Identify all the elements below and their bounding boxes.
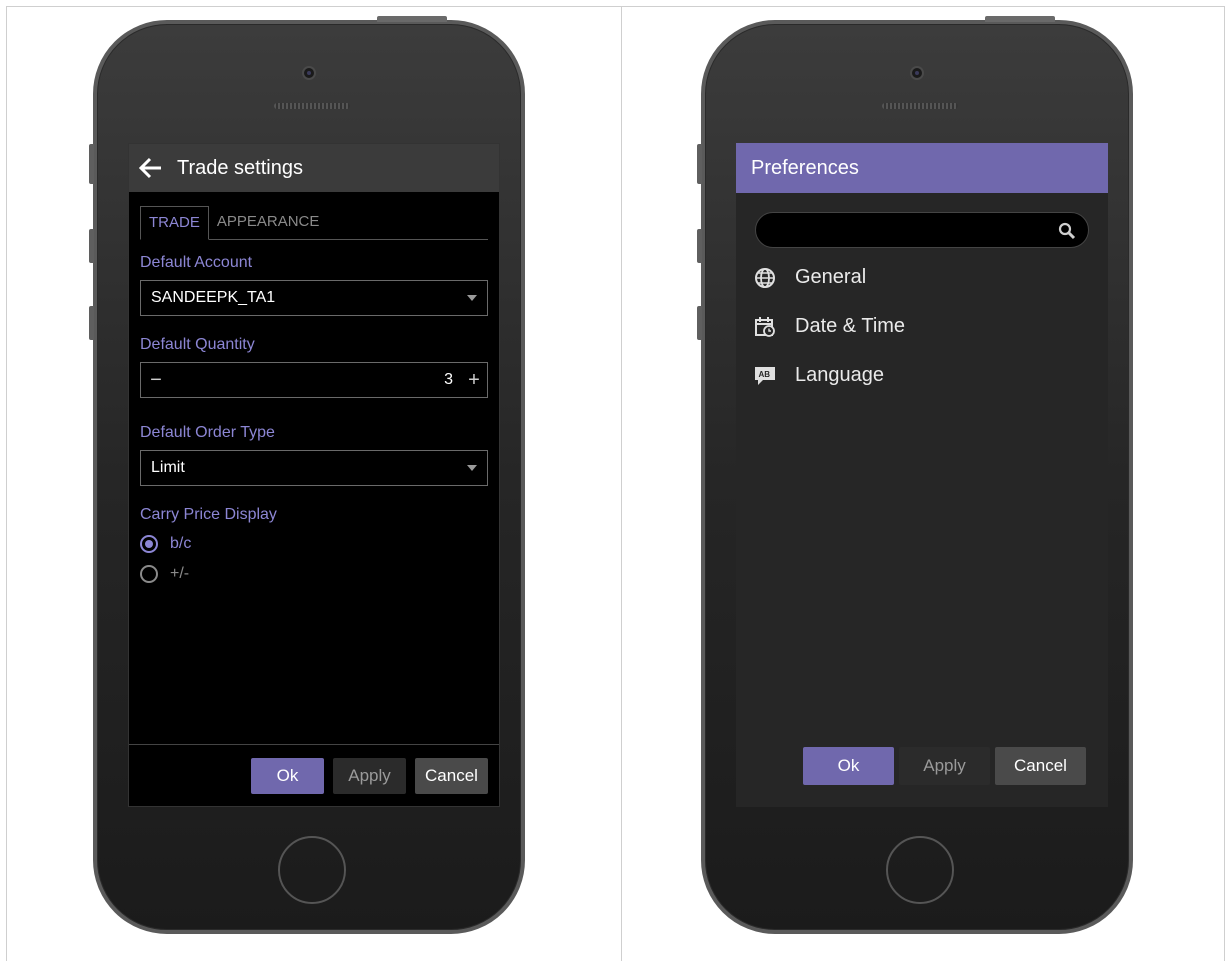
apply-button[interactable]: Apply bbox=[333, 757, 406, 794]
front-camera bbox=[302, 66, 316, 80]
menu-item-label: Date & Time bbox=[795, 315, 906, 337]
trade-settings-header: Trade settings bbox=[129, 144, 499, 192]
back-arrow-icon[interactable] bbox=[137, 156, 165, 180]
radio-unselected-icon[interactable] bbox=[140, 565, 158, 583]
language-icon: AB bbox=[753, 364, 777, 388]
quantity-value[interactable]: 3 bbox=[171, 371, 461, 389]
globe-icon bbox=[753, 266, 777, 290]
chevron-down-icon bbox=[467, 295, 477, 301]
power-button bbox=[377, 16, 447, 22]
volume-up-button bbox=[89, 229, 94, 263]
calendar-clock-icon bbox=[753, 315, 777, 339]
order-type-value: Limit bbox=[151, 459, 185, 476]
cancel-button[interactable]: Cancel bbox=[415, 757, 488, 794]
preferences-header: Preferences bbox=[736, 143, 1108, 193]
tab-trade[interactable]: TRADE bbox=[140, 206, 209, 240]
radio-label-bc: b/c bbox=[170, 535, 192, 552]
quantity-stepper: − 3 + bbox=[140, 362, 488, 398]
earpiece-speaker bbox=[882, 103, 958, 109]
default-quantity-label: Default Quantity bbox=[140, 336, 255, 353]
settings-tabs: TRADE APPEARANCE bbox=[140, 206, 488, 240]
radio-option-bc[interactable]: b/c bbox=[140, 534, 488, 554]
phone-frame-preferences: Preferences General Date & Time AB Langu… bbox=[697, 16, 1133, 934]
volume-down-button bbox=[89, 306, 94, 340]
trade-settings-screen: Trade settings TRADE APPEARANCE Default … bbox=[128, 143, 500, 807]
tab-appearance[interactable]: APPEARANCE bbox=[209, 206, 328, 239]
default-account-label: Default Account bbox=[140, 254, 253, 271]
default-account-value: SANDEEPK_TA1 bbox=[151, 289, 276, 306]
menu-item-general[interactable]: General bbox=[736, 253, 1108, 302]
radio-selected-icon[interactable] bbox=[140, 535, 158, 553]
menu-item-label: Language bbox=[795, 364, 884, 386]
apply-button[interactable]: Apply bbox=[899, 747, 990, 785]
default-account-select[interactable]: SANDEEPK_TA1 bbox=[140, 280, 488, 316]
chevron-down-icon bbox=[467, 465, 477, 471]
plus-icon[interactable]: + bbox=[461, 369, 487, 392]
dialog-footer: Ok Apply Cancel bbox=[736, 747, 1108, 785]
radio-label-plus-minus: +/- bbox=[170, 565, 190, 582]
preferences-screen: Preferences General Date & Time AB Langu… bbox=[736, 143, 1108, 807]
menu-item-label: General bbox=[795, 266, 867, 288]
mute-switch bbox=[697, 144, 702, 184]
search-input[interactable] bbox=[756, 213, 1088, 247]
home-button[interactable] bbox=[886, 836, 954, 904]
page-title: Preferences bbox=[751, 156, 859, 179]
order-type-select[interactable]: Limit bbox=[140, 450, 488, 486]
page-title: Trade settings bbox=[177, 156, 303, 179]
ok-button[interactable]: Ok bbox=[803, 747, 894, 785]
carry-price-display-label: Carry Price Display bbox=[140, 506, 277, 523]
volume-up-button bbox=[697, 229, 702, 263]
dialog-footer: Ok Apply Cancel bbox=[129, 744, 499, 806]
volume-down-button bbox=[697, 306, 702, 340]
home-button[interactable] bbox=[278, 836, 346, 904]
ok-button[interactable]: Ok bbox=[251, 757, 324, 794]
radio-option-plus-minus[interactable]: +/- bbox=[140, 564, 488, 584]
mute-switch bbox=[89, 144, 94, 184]
menu-item-language[interactable]: AB Language bbox=[736, 351, 1108, 400]
svg-text:AB: AB bbox=[759, 370, 771, 379]
phone-frame-trade-settings: Trade settings TRADE APPEARANCE Default … bbox=[89, 16, 525, 934]
default-order-type-label: Default Order Type bbox=[140, 424, 275, 441]
earpiece-speaker bbox=[274, 103, 350, 109]
search-bar bbox=[755, 212, 1089, 248]
search-icon[interactable] bbox=[1058, 222, 1076, 240]
menu-item-date-time[interactable]: Date & Time bbox=[736, 302, 1108, 351]
power-button bbox=[985, 16, 1055, 22]
cancel-button[interactable]: Cancel bbox=[995, 747, 1086, 785]
minus-icon[interactable]: − bbox=[141, 369, 171, 392]
front-camera bbox=[910, 66, 924, 80]
